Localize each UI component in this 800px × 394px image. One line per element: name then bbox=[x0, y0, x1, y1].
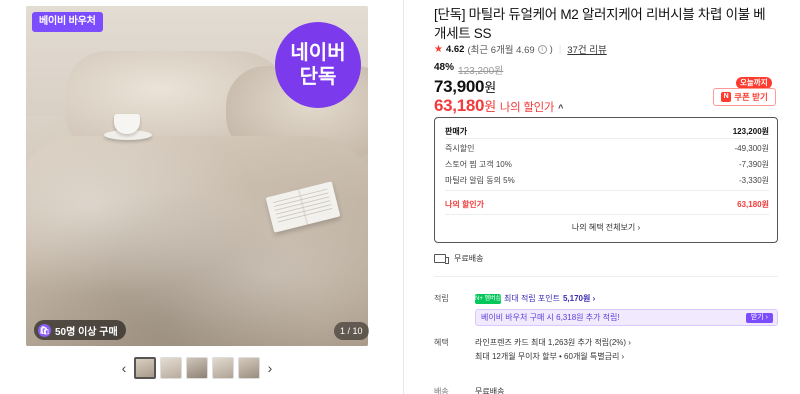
my-price-toggle[interactable]: 나의 할인가 bbox=[500, 99, 555, 115]
voucher-get-button[interactable]: 받기 › bbox=[745, 313, 773, 323]
benefits-label: 혜택 bbox=[434, 338, 449, 347]
breakdown-row: 판매가 123,200원 bbox=[445, 126, 769, 137]
rating-score: 4.62 bbox=[445, 43, 465, 55]
max-points-value: 5,170원 › bbox=[562, 294, 596, 303]
image-page-indicator: 1 / 10 bbox=[334, 322, 369, 340]
delivery-label: 배송 bbox=[434, 387, 449, 394]
info-icon[interactable]: i bbox=[537, 44, 547, 54]
rating-row: ★ 4.62 (최근 6개월 4.69 i ) | 37건 리뷰 bbox=[434, 42, 607, 57]
truck-icon bbox=[434, 254, 449, 264]
breakdown-my-price-row: 나의 할인가 63,180원 bbox=[445, 199, 769, 210]
price-breakdown-box: 판매가 123,200원 즉시할인 -49,300원 스토어 찜 고객 10% … bbox=[434, 117, 778, 243]
installment-benefit-link[interactable]: 최대 12개월 무이자 할부 • 60개월 특별금리 › bbox=[475, 351, 624, 362]
separator: | bbox=[558, 43, 562, 55]
breakdown-value: -3,330원 bbox=[738, 176, 769, 185]
breakdown-label: 스토어 찜 고객 10% bbox=[445, 160, 512, 169]
breakdown-my-price-label: 나의 할인가 bbox=[445, 200, 485, 209]
buyers-count-text: 50명 이상 구매 bbox=[55, 326, 118, 338]
max-points-prefix: 최대 적립 포인트 bbox=[504, 294, 560, 303]
breakdown-value: -7,390원 bbox=[738, 160, 769, 169]
voucher-points-text: 베이비 바우처 구매 시 6,318원 추가 적립! bbox=[481, 313, 620, 322]
thumbnail-1[interactable] bbox=[134, 357, 156, 379]
my-price-unit: 원 bbox=[484, 99, 496, 114]
column-divider bbox=[403, 0, 404, 394]
sale-price-unit: 원 bbox=[484, 80, 496, 95]
naver-plus-membership-badge: N+ 멤버십 bbox=[475, 293, 502, 304]
breakdown-row: 마틸라 알림 동의 5% -3,330원 bbox=[445, 175, 769, 186]
chevron-left-icon[interactable]: ‹ bbox=[118, 356, 130, 380]
baby-voucher-tag: 베이비 바우처 bbox=[32, 12, 103, 32]
product-title: [단독] 마틸라 듀얼케어 M2 알러지케어 리버시블 차렵 이불 베개세트 S… bbox=[434, 7, 766, 41]
badge-line-1: 네이버 bbox=[290, 42, 346, 64]
thumbnail-strip: ‹ › bbox=[118, 356, 276, 380]
view-all-benefits-link[interactable]: 나의 혜택 전체보기 › bbox=[435, 222, 777, 233]
naver-n-icon: N bbox=[721, 92, 732, 102]
sale-price-number: 73,900 bbox=[434, 77, 485, 96]
breakdown-value: -49,300원 bbox=[734, 144, 770, 153]
breakdown-label: 즉시할인 bbox=[445, 144, 475, 153]
thumbnail-3[interactable] bbox=[186, 357, 208, 379]
card-benefit-link[interactable]: 라인프렌즈 카드 최대 1,263원 추가 적립(2%) › bbox=[475, 337, 631, 348]
original-price: 123,200원 bbox=[458, 66, 504, 77]
sale-price: 73,900원 bbox=[434, 77, 496, 97]
discount-rate: 48% bbox=[434, 62, 455, 73]
breakdown-row: 즉시할인 -49,300원 bbox=[445, 143, 769, 154]
breakdown-label: 마틸라 알림 동의 5% bbox=[445, 176, 515, 185]
breakdown-label: 판매가 bbox=[445, 127, 468, 136]
shipping-row: 무료배송 bbox=[434, 253, 483, 264]
coupon-button-label: 쿠폰 받기 bbox=[734, 92, 768, 102]
reviews-link[interactable]: 37건 리뷰 bbox=[567, 42, 606, 56]
shipping-text: 무료배송 bbox=[454, 254, 484, 263]
baby-voucher-points-bar: 베이비 바우처 구매 시 6,318원 추가 적립! 받기 › bbox=[475, 309, 778, 326]
discount-row: 48% 123,200원 bbox=[434, 62, 503, 77]
thumbnail-2[interactable] bbox=[160, 357, 182, 379]
buyers-count-pill: 🛍 50명 이상 구매 bbox=[34, 320, 126, 340]
shopping-bag-icon: 🛍 bbox=[38, 323, 51, 337]
delivery-value: 무료배송 bbox=[475, 387, 505, 394]
breakdown-divider bbox=[445, 138, 769, 139]
chevron-right-icon[interactable]: › bbox=[264, 356, 276, 380]
points-label: 적립 bbox=[434, 294, 449, 303]
image-duvet bbox=[26, 136, 368, 346]
my-price-number: 63,180 bbox=[434, 96, 485, 115]
star-icon: ★ bbox=[434, 43, 443, 55]
coupon-download-button[interactable]: N 쿠폰 받기 bbox=[713, 88, 776, 106]
thumbnail-4[interactable] bbox=[212, 357, 234, 379]
naver-exclusive-badge: 네이버 단독 bbox=[275, 22, 361, 108]
section-divider bbox=[434, 276, 778, 277]
rating-detail: (최근 6개월 4.69 bbox=[467, 45, 535, 56]
badge-line-2: 단독 bbox=[299, 66, 337, 88]
rating-detail-close: ) bbox=[549, 43, 553, 55]
my-discount-price: 63,180원 나의 할인가 ^ bbox=[434, 96, 563, 116]
breakdown-row: 스토어 찜 고객 10% -7,390원 bbox=[445, 159, 769, 170]
max-points-row[interactable]: N+ 멤버십 최대 적립 포인트 5,170원 › bbox=[475, 293, 595, 304]
breakdown-value: 123,200원 bbox=[732, 127, 769, 136]
breakdown-my-price-value: 63,180원 bbox=[737, 200, 769, 209]
chevron-up-icon[interactable]: ^ bbox=[558, 103, 563, 113]
breakdown-divider bbox=[445, 214, 769, 215]
breakdown-divider bbox=[445, 190, 769, 191]
thumbnail-5[interactable] bbox=[238, 357, 260, 379]
